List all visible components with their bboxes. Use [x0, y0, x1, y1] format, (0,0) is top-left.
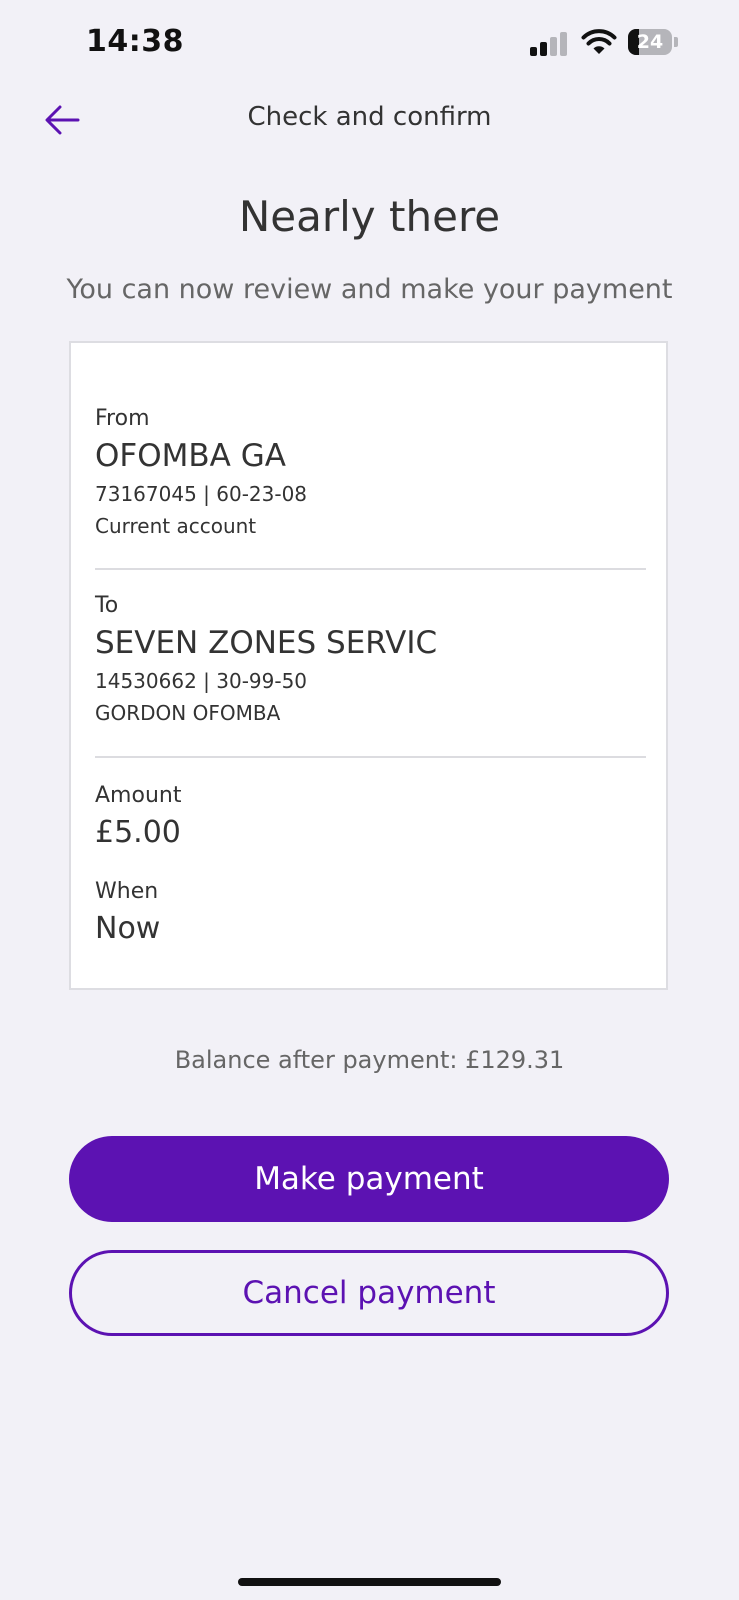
divider [95, 568, 646, 570]
battery-body: 24 [628, 29, 672, 55]
wifi-icon [581, 28, 617, 56]
header-title: Check and confirm [247, 102, 492, 132]
amount-value: £5.00 [95, 815, 181, 850]
to-reference: GORDON OFOMBA [95, 701, 281, 725]
battery-tip [674, 37, 678, 47]
nav-header: Check and confirm [0, 88, 739, 152]
payment-summary-card: From OFOMBA GA 73167045 | 60-23-08 Curre… [69, 341, 668, 990]
to-section: To SEVEN ZONES SERVIC 14530662 | 30-99-5… [95, 591, 647, 728]
from-account-type: Current account [95, 514, 257, 538]
balance-after-payment: Balance after payment: £129.31 [174, 1046, 565, 1074]
status-time: 14:38 [86, 24, 184, 59]
amount-section: Amount £5.00 [95, 781, 647, 853]
from-section: From OFOMBA GA 73167045 | 60-23-08 Curre… [95, 404, 647, 541]
to-account-name: SEVEN ZONES SERVIC [95, 625, 438, 661]
home-indicator[interactable] [238, 1578, 501, 1586]
when-label: When [95, 879, 159, 904]
from-account-name: OFOMBA GA [95, 438, 286, 474]
from-account-details: 73167045 | 60-23-08 [95, 482, 308, 506]
status-bar: 14:38 24 [0, 0, 739, 88]
battery-level: 24 [636, 31, 664, 53]
divider [95, 756, 646, 758]
amount-label: Amount [95, 783, 182, 808]
when-value: Now [95, 911, 161, 946]
page-subtitle: You can now review and make your payment [66, 274, 673, 305]
signal-icon [530, 30, 570, 56]
make-payment-button[interactable]: Make payment [69, 1136, 669, 1222]
when-section: When Now [95, 877, 647, 949]
from-label: From [95, 406, 150, 431]
cancel-payment-button[interactable]: Cancel payment [69, 1250, 669, 1336]
to-account-details: 14530662 | 30-99-50 [95, 669, 308, 693]
battery-icon: 24 [628, 29, 678, 57]
page-title: Nearly there [238, 192, 501, 241]
to-label: To [95, 593, 119, 618]
